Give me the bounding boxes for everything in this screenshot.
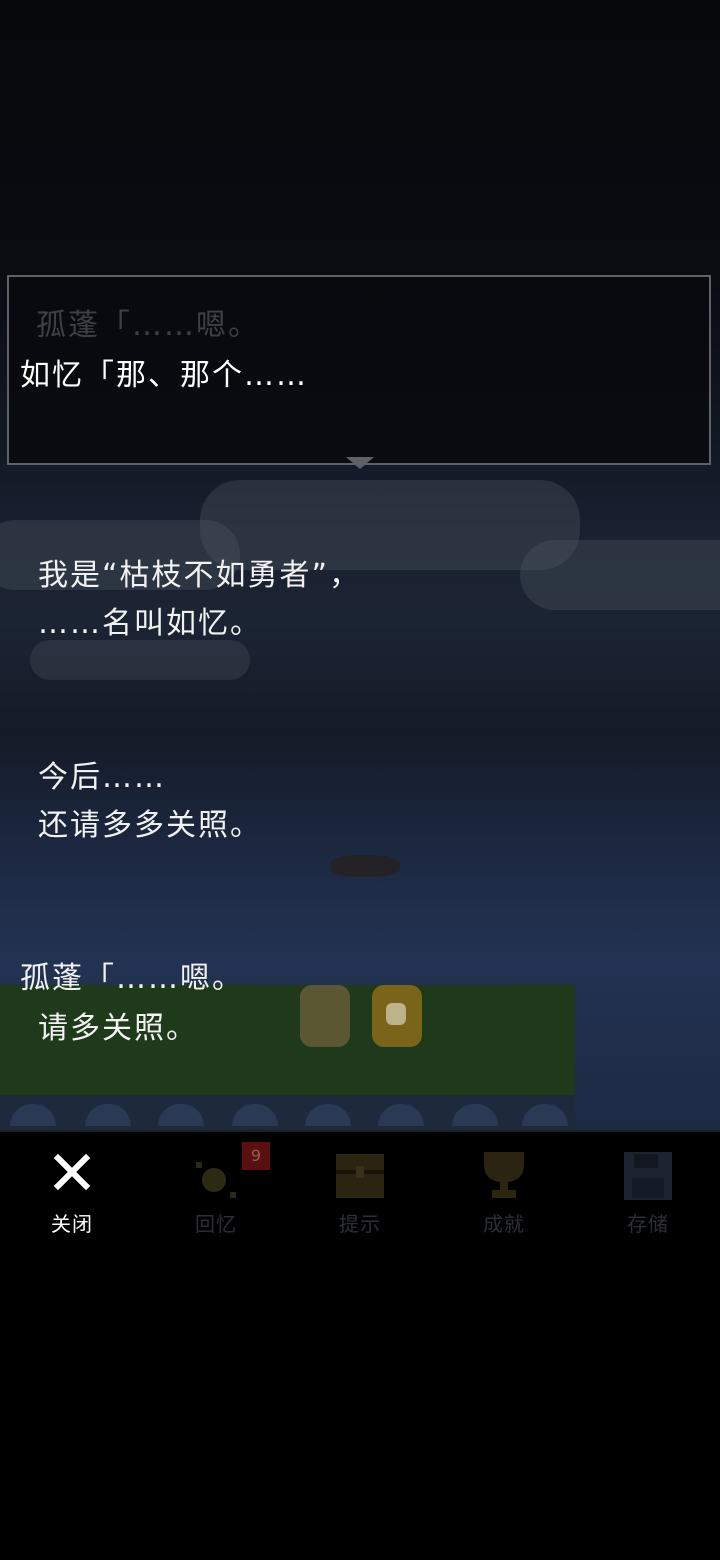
bottom-toolbar: 关闭 9 回忆 提示 成就 存储 — [0, 1130, 720, 1242]
character-face — [386, 1003, 406, 1025]
hint-label: 提示 — [339, 1212, 381, 1236]
save-label: 存储 — [627, 1212, 669, 1236]
hint-button[interactable]: 提示 — [300, 1150, 420, 1236]
save-button[interactable]: 存储 — [588, 1150, 708, 1236]
trophy-icon — [478, 1150, 530, 1202]
close-icon — [46, 1150, 98, 1202]
character-sprite-left — [300, 985, 350, 1047]
close-button[interactable]: 关闭 — [12, 1150, 132, 1236]
backlog-entry-2-line-1: 今后…… — [38, 760, 166, 795]
memory-count-badge: 9 — [242, 1142, 270, 1170]
backlog-entry-1-line-1: 我是“枯枝不如勇者”， — [38, 558, 362, 593]
character-sprite-right — [372, 985, 422, 1047]
sparkle-icon: 9 — [190, 1142, 270, 1202]
cloud — [520, 540, 720, 610]
game-screen: 孤蓬「……嗯。 如忆「那、那个…… 我是“枯枝不如勇者”， ……名叫如忆。 今后… — [0, 0, 720, 1560]
memory-button[interactable]: 9 回忆 — [156, 1142, 276, 1236]
floppy-disk-icon — [622, 1150, 674, 1202]
previous-dialog-line: 孤蓬「……嗯。 — [36, 308, 260, 343]
backlog-entry-1-line-2: ……名叫如忆。 — [38, 606, 262, 641]
backlog-entry-3-line-2: 请多关照。 — [38, 1011, 198, 1046]
current-dialog-line: 如忆「那、那个…… — [20, 358, 308, 393]
faded-boat — [330, 855, 400, 877]
achievement-label: 成就 — [483, 1212, 525, 1236]
treasure-chest-icon — [334, 1150, 386, 1202]
cloud — [30, 640, 250, 680]
memory-label: 回忆 — [195, 1212, 237, 1236]
backlog-entry-3-line-1: 孤蓬「……嗯。 — [20, 961, 244, 996]
next-arrow-icon[interactable] — [346, 457, 374, 469]
achievement-button[interactable]: 成就 — [444, 1150, 564, 1236]
backlog-entry-2-line-2: 还请多多关照。 — [38, 808, 262, 843]
close-label: 关闭 — [51, 1212, 93, 1236]
